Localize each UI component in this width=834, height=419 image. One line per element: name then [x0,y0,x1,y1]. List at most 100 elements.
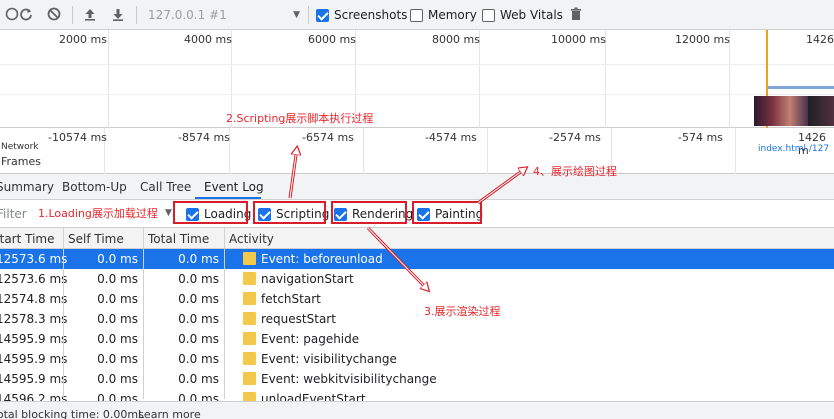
ruler-label: 1426 [806,33,834,46]
table-row[interactable]: 12573.6 ms 0.0 ms 0.0 ms Event: beforeunloa… [0,249,834,269]
ruler-gridline [108,30,109,128]
learn-more-link[interactable]: Learn more [138,408,201,419]
column-divider [143,228,144,399]
start-time-cell: 12573.6 ms [0,272,68,286]
network-request-link[interactable]: index.html /127 [758,144,829,154]
ruler-label: 6000 ms [308,33,356,46]
total-time-cell: 0.0 ms [178,252,219,266]
memory-checkbox[interactable]: Memory [410,8,477,22]
loading-annotation: 1.Loading展示加载过程 [38,207,158,220]
self-time-cell: 0.0 ms [97,372,138,386]
self-time-cell: 0.0 ms [97,332,138,346]
checkbox-icon[interactable] [316,8,329,22]
self-time-cell: 0.0 ms [97,312,138,326]
table-row[interactable]: 14595.9 ms 0.0 ms 0.0 ms Event: pagehide [0,329,834,349]
toolbar: 127.0.0.1 #1 ▼ Screenshots Memory Web Vi… [0,0,834,30]
total-time-cell: 0.0 ms [178,352,219,366]
column-header-activity[interactable]: Activity [229,232,274,246]
ruler-gridline [487,128,488,174]
network-track-label[interactable]: Network [1,142,39,152]
tab-call-tree[interactable]: Call Tree [140,180,191,194]
web-vitals-label: Web Vitals [500,8,563,22]
column-divider [63,228,64,399]
caret-down-icon: ▼ [293,10,300,20]
active-tab-indicator [195,197,261,199]
table-row[interactable]: 14595.9 ms 0.0 ms 0.0 ms Event: visibilityc… [0,349,834,369]
table-row[interactable]: 14595.9 ms 0.0 ms 0.0 ms Event: webkitvisib… [0,369,834,389]
chevron-down-icon[interactable]: ▼ [165,208,172,218]
download-icon[interactable] [110,7,126,23]
ruler-label: -2574 ms [549,131,601,144]
painting-highlight [412,201,482,224]
self-time-cell: 0.0 ms [97,252,138,266]
ruler-label: 4000 ms [184,33,232,46]
category-color-icon [243,252,256,265]
table-row[interactable]: 12574.8 ms 0.0 ms 0.0 ms fetchStart [0,289,834,309]
self-time-cell: 0.0 ms [97,352,138,366]
ruler-label: -4574 ms [425,131,477,144]
recording-select[interactable]: 127.0.0.1 #1 ▼ [148,6,302,24]
table-row[interactable]: 12573.6 ms 0.0 ms 0.0 ms navigationStart [0,269,834,289]
ruler-label: 10000 ms [551,33,606,46]
clear-icon[interactable] [46,7,62,23]
category-color-icon [243,372,256,385]
screenshot-thumbnail[interactable] [808,96,834,126]
ruler-label: -8574 ms [178,131,230,144]
column-header-total-time[interactable]: Total Time [148,232,209,246]
screenshot-thumbnail[interactable] [754,96,808,126]
activity-cell: Event: webkitvisibilitychange [261,372,437,386]
activity-cell: Event: beforeunload [261,252,383,266]
recording-select-value: 127.0.0.1 #1 [148,8,227,22]
upload-icon[interactable] [82,7,98,23]
ruler-label: -574 ms [678,131,723,144]
tab-summary[interactable]: Summary [0,180,54,194]
reload-icon[interactable] [18,7,34,23]
tab-event-log[interactable]: Event Log [204,180,264,194]
total-time-cell: 0.0 ms [178,292,219,306]
ruler-gridline [363,128,364,174]
ruler-gridline [735,128,736,174]
column-header-self-time[interactable]: Self Time [68,232,124,246]
column-header-start-time[interactable]: Start Time [0,232,55,246]
start-time-cell: 14595.9 ms [0,352,68,366]
self-time-cell: 0.0 ms [97,292,138,306]
category-color-icon [243,312,256,325]
activity-cell: fetchStart [261,292,321,306]
total-blocking-time: Total blocking time: 0.00ms [0,408,144,419]
frames-track-label[interactable]: Frames [1,155,41,168]
timeline-overview[interactable]: 2000 ms 4000 ms 6000 ms 8000 ms 10000 ms… [0,30,834,128]
category-color-icon [243,352,256,365]
checkbox-icon[interactable] [410,8,423,22]
total-time-cell: 0.0 ms [178,272,219,286]
ruler-label: 8000 ms [432,33,480,46]
activity-cell: Event: pagehide [261,332,360,346]
memory-label: Memory [428,8,477,22]
network-bar [768,86,834,89]
track-divider [0,64,834,65]
start-time-cell: 14595.9 ms [0,332,68,346]
timeline-detail[interactable]: -10574 ms -8574 ms -6574 ms -4574 ms -25… [0,128,834,174]
details-tabs: Summary Bottom-Up Call Tree Event Log [0,174,834,200]
ruler-label: 2000 ms [59,33,107,46]
painting-annotation: 4、展示绘图过程 [533,165,617,178]
table-row[interactable]: 12578.3 ms 0.0 ms 0.0 ms requestStart [0,309,834,329]
rendering-annotation: 3.展示渲染过程 [424,305,501,318]
ruler-label: -10574 ms [48,131,107,144]
activity-cell: requestStart [261,312,336,326]
tab-bottom-up[interactable]: Bottom-Up [62,180,127,194]
ruler-label: -6574 ms [302,131,354,144]
screenshots-label: Screenshots [334,8,408,22]
category-color-icon [243,292,256,305]
status-footer: Total blocking time: 0.00ms Learn more [0,401,834,419]
web-vitals-checkbox[interactable]: Web Vitals [482,8,563,22]
filter-input[interactable]: Filter [0,207,27,221]
self-time-cell: 0.0 ms [97,272,138,286]
checkbox-icon[interactable] [482,8,495,22]
ruler-label: 12000 ms [675,33,730,46]
trash-icon[interactable] [568,7,584,23]
track-divider [0,94,834,95]
rendering-highlight [331,201,407,224]
total-time-cell: 0.0 ms [178,312,219,326]
start-time-cell: 12573.6 ms [0,252,68,266]
screenshots-checkbox[interactable]: Screenshots [316,8,407,22]
